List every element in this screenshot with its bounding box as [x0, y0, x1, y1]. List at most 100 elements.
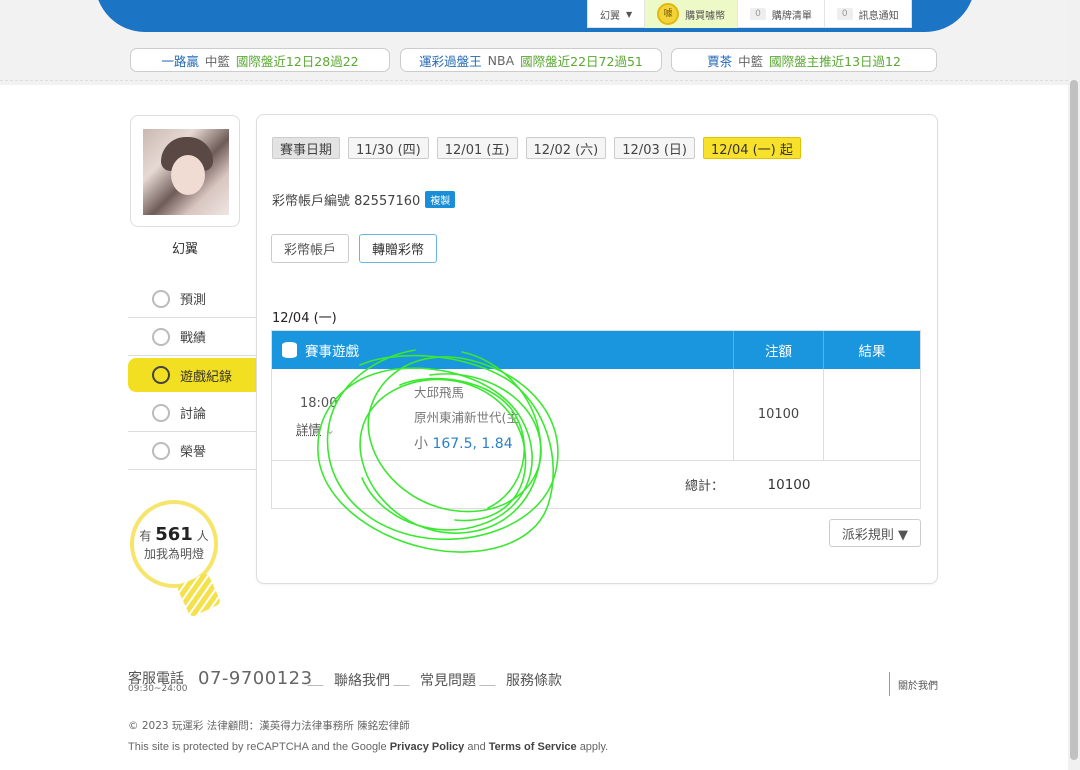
date-button[interactable]: 11/30 (四): [348, 137, 429, 159]
date-selector: 賽事日期 11/30 (四) 12/01 (五) 12/02 (六) 12/03…: [272, 137, 801, 159]
profile-username: 幻翼: [171, 242, 198, 257]
date-button[interactable]: 12/01 (五): [436, 137, 518, 159]
detail-link[interactable]: 詳情 ⌄: [296, 419, 336, 438]
header-game: 賽事遊戲: [272, 331, 734, 369]
record-icon: [152, 366, 170, 384]
header-bet: 注額: [734, 331, 824, 369]
table-footer: 總計： 10100: [272, 461, 920, 508]
ticker-record: 國際盤近12日28過22: [235, 53, 359, 69]
footer: 客服電話 09:30~24:00 07-9700123 聯絡我們 常見問題 服務…: [128, 668, 938, 698]
recaptcha-apply: apply.: [579, 741, 609, 753]
total-amount: 10100: [767, 476, 811, 493]
bet-pick: 小 167.5, 1.84: [414, 433, 513, 453]
menu-item-label: 遊戲紀錄: [180, 369, 233, 385]
chat-icon: [152, 327, 170, 346]
game-cell: 18:00 詳情 ⌄ 大邱飛馬 原州東浦新世代(主 小 167.5, 1.84: [272, 369, 734, 460]
ticker-league: NBA: [487, 52, 515, 68]
pick-prefix: 小: [414, 436, 428, 452]
top-nav: 幻翼 ▼ 噱 購買噱幣 0 購牌清單 0 訊息通知: [587, 0, 912, 28]
footer-link-contact[interactable]: 聯絡我們: [334, 670, 390, 690]
follower-prefix: 有: [139, 529, 152, 543]
footer-link-terms[interactable]: 服務條款: [506, 670, 562, 690]
avatar-frame: [130, 115, 240, 227]
table-header: 賽事遊戲 注額 結果: [272, 331, 920, 369]
follower-unit: 人: [196, 529, 209, 543]
date-button[interactable]: 12/03 (日): [614, 137, 696, 159]
page-scrollbar[interactable]: [1068, 0, 1080, 770]
bet-result: [824, 369, 920, 460]
menu-item-discuss[interactable]: 討論: [128, 394, 256, 432]
tab-coin-account[interactable]: 彩幣帳戶: [271, 234, 350, 263]
footer-link-about[interactable]: 關於我們: [889, 672, 938, 696]
account-number: 彩幣帳戶編號 82557160: [272, 194, 421, 209]
menu-item-honor[interactable]: 榮譽: [128, 432, 256, 470]
recaptcha-text: This site is protected by reCAPTCHA and …: [128, 741, 387, 753]
ticker-expert: 運彩過盤王: [419, 53, 482, 69]
account-info: 彩幣帳戶編號 82557160 複製: [272, 190, 456, 209]
ticker-league: 中籃: [204, 53, 230, 69]
follower-count-line: 有 561 人: [134, 524, 214, 545]
follow-caption: 加我為明燈: [143, 547, 204, 561]
detail-label: 詳情: [296, 422, 322, 437]
avatar[interactable]: [143, 129, 229, 215]
caret-down-icon: ▼: [626, 9, 633, 19]
profile-menu: 預測 戰績 遊戲紀錄 討論 榮譽: [128, 280, 266, 470]
header-game-label: 賽事遊戲: [305, 344, 359, 360]
menu-item-label: 預測: [180, 293, 207, 308]
discuss-icon: [152, 403, 170, 422]
payout-rules-button[interactable]: 派彩規則 ▼: [829, 519, 921, 547]
date-button[interactable]: 12/02 (六): [525, 137, 607, 159]
ticker-item[interactable]: 一路贏 中籃 國際盤近12日28過22: [130, 48, 390, 72]
follower-count: 561: [155, 524, 193, 545]
ticker-item[interactable]: 運彩過盤王 NBA 國際盤近22日72過51: [400, 48, 662, 72]
medal-icon: [152, 441, 170, 460]
cart-link[interactable]: 0 購牌清單: [737, 0, 824, 28]
recaptcha-notice: This site is protected by reCAPTCHA and …: [128, 741, 608, 753]
menu-item-predict[interactable]: 預測: [128, 280, 256, 318]
menu-item-record[interactable]: 戰績: [128, 318, 256, 356]
database-icon: [282, 342, 297, 358]
notify-label: 訊息通知: [858, 10, 899, 22]
menu-item-label: 戰績: [180, 331, 207, 346]
ticker-league: 中籃: [738, 53, 764, 69]
chevron-down-icon: ⌄: [325, 422, 336, 437]
buy-coin-button[interactable]: 噱 購買噱幣: [644, 0, 738, 28]
date-label: 賽事日期: [272, 137, 341, 159]
header-result: 結果: [858, 344, 886, 360]
bet-amount: 10100: [734, 369, 824, 460]
service-hours: 09:30~24:00: [128, 684, 188, 694]
notify-link[interactable]: 0 訊息通知: [823, 0, 911, 28]
cart-count-badge: 0: [750, 8, 766, 20]
ticker-expert: 一路贏: [161, 53, 199, 69]
header-divider: [0, 80, 1068, 81]
total-label: 總計：: [684, 479, 724, 494]
hotline-number: 07-9700123: [198, 668, 313, 689]
ticker-item[interactable]: 賈茶 中籃 國際盤主推近13日過12: [671, 48, 937, 72]
ticker-expert: 賈茶: [707, 53, 733, 69]
account-tabs: 彩幣帳戶 轉贈彩幣: [271, 234, 438, 263]
scrollbar-thumb[interactable]: [1070, 80, 1078, 760]
crosshair-icon: [152, 289, 170, 308]
copyright: © 2023 玩運彩 法律顧問：漢英得力法律事務所 陳銘宏律師: [128, 720, 410, 732]
ticker-record: 國際盤近22日72過51: [520, 53, 643, 69]
user-menu[interactable]: 幻翼 ▼: [588, 0, 644, 28]
buy-coin-label: 購買噱幣: [685, 10, 726, 22]
game-record-table: 賽事遊戲 注額 結果 18:00 詳情 ⌄ 大邱飛馬 原州東浦新世代(主 小 16…: [271, 330, 921, 509]
footer-link-faq[interactable]: 常見問題: [420, 670, 476, 690]
day-heading: 12/04 (一): [272, 311, 337, 326]
home-team: 原州東浦新世代(主: [414, 410, 519, 425]
ticker-record: 國際盤主推近13日過12: [769, 53, 901, 69]
terms-link[interactable]: Terms of Service: [489, 741, 577, 753]
coin-icon: 噱: [657, 3, 680, 25]
tab-transfer-coin[interactable]: 轉贈彩幣: [359, 234, 438, 263]
menu-item-label: 榮譽: [180, 445, 207, 460]
copy-button[interactable]: 複製: [425, 191, 456, 208]
game-time: 18:00: [300, 396, 338, 411]
user-menu-label: 幻翼: [600, 10, 620, 22]
date-button-active[interactable]: 12/04 (一) 起: [703, 137, 801, 159]
privacy-link[interactable]: Privacy Policy: [390, 741, 465, 753]
footer-links: 聯絡我們 常見問題 服務條款: [304, 670, 562, 690]
away-team: 大邱飛馬: [414, 385, 465, 400]
menu-item-game-history[interactable]: 遊戲紀錄: [128, 358, 266, 392]
table-row: 18:00 詳情 ⌄ 大邱飛馬 原州東浦新世代(主 小 167.5, 1.84 1…: [272, 369, 920, 461]
